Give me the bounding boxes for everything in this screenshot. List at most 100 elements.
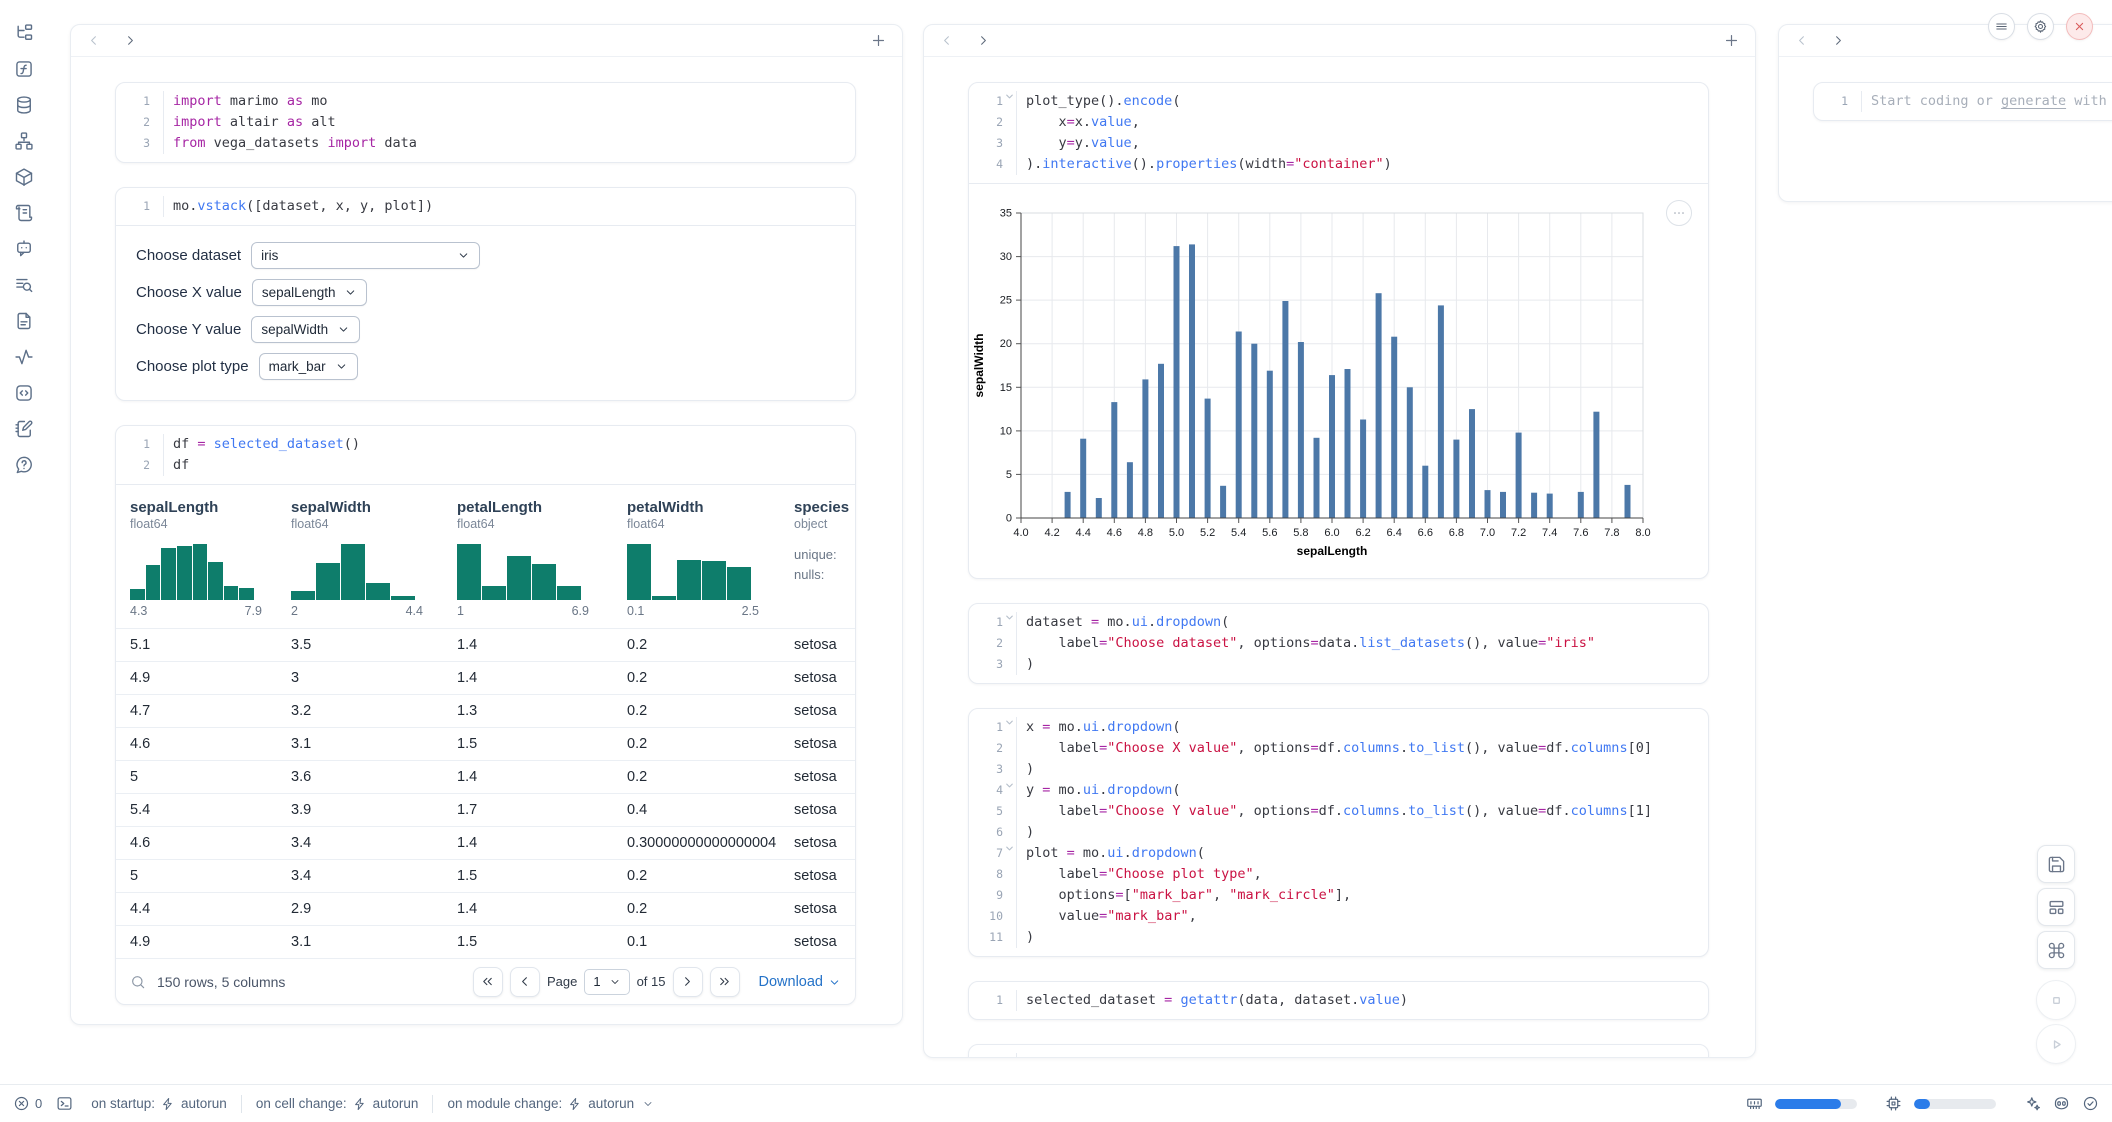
logs-icon[interactable] bbox=[14, 275, 34, 295]
file-tree-icon[interactable] bbox=[14, 23, 34, 43]
code-text[interactable]: label="Choose Y value", options=df.colum… bbox=[1016, 801, 1708, 822]
code-text[interactable]: import marimo as mo bbox=[163, 91, 855, 112]
code-editor[interactable]: 1selected_dataset = getattr(data, datase… bbox=[969, 982, 1708, 1019]
code-text[interactable]: dataset = mo.ui.dropdown( bbox=[1016, 612, 1708, 633]
generate-with-ai-link[interactable]: generate bbox=[2001, 93, 2066, 109]
code-editor[interactable]: 1dataset = mo.ui.dropdown(2 label="Choos… bbox=[969, 604, 1708, 683]
table-row[interactable]: 53.41.50.2setosa bbox=[116, 859, 855, 892]
choose-x-value-select[interactable]: sepalLength bbox=[252, 279, 368, 306]
choose-plot-type-select[interactable]: mark_bar bbox=[259, 353, 358, 380]
code-text[interactable]: df = selected_dataset() bbox=[163, 434, 855, 455]
table-row[interactable]: 5.43.91.70.4setosa bbox=[116, 793, 855, 826]
code-cell[interactable]: 1dataset = mo.ui.dropdown(2 label="Choos… bbox=[968, 603, 1709, 684]
code-text[interactable]: ) bbox=[1016, 654, 1708, 675]
next-page-button[interactable] bbox=[673, 967, 703, 997]
choose-dataset-select[interactable]: iris bbox=[251, 242, 480, 269]
table-row[interactable]: 5.13.51.40.2setosa bbox=[116, 628, 855, 661]
code-editor[interactable]: 1plot_type = getattr(alt.Chart(df), plot… bbox=[969, 1045, 1708, 1058]
code-text[interactable]: options=["mark_bar", "mark_circle"], bbox=[1016, 885, 1708, 906]
nav-forward-button[interactable] bbox=[976, 33, 991, 48]
code-text[interactable]: plot = mo.ui.dropdown( bbox=[1016, 843, 1708, 864]
code-text[interactable]: value="mark_bar", bbox=[1016, 906, 1708, 927]
copilot-icon[interactable] bbox=[2053, 1095, 2070, 1112]
empty-code-cell[interactable]: 1 Start coding or generate with bbox=[1813, 82, 2112, 121]
code-cell[interactable]: 1mo.vstack([dataset, x, y, plot])Choose … bbox=[115, 187, 856, 401]
database-icon[interactable] bbox=[14, 95, 34, 115]
code-editor[interactable]: 1df = selected_dataset()2df bbox=[116, 426, 855, 484]
code-text[interactable]: selected_dataset = getattr(data, dataset… bbox=[1016, 990, 1708, 1011]
fold-chevron-icon[interactable] bbox=[1004, 780, 1015, 791]
download-button[interactable]: Download bbox=[759, 974, 842, 990]
menu-button[interactable] bbox=[1988, 13, 2015, 40]
table-row[interactable]: 4.73.21.30.2setosa bbox=[116, 694, 855, 727]
code-cell[interactable]: 1selected_dataset = getattr(data, datase… bbox=[968, 981, 1709, 1020]
autorun-setting-2[interactable]: on module change:autorun bbox=[447, 1096, 654, 1111]
chart-actions-button[interactable] bbox=[1666, 200, 1692, 226]
column-header-petalLength[interactable]: petalLengthfloat6416.9 bbox=[455, 499, 625, 618]
run-button[interactable] bbox=[2036, 1024, 2076, 1064]
code-cell[interactable]: 1x = mo.ui.dropdown(2 label="Choose X va… bbox=[968, 708, 1709, 957]
first-page-button[interactable] bbox=[473, 967, 503, 997]
layout-button[interactable] bbox=[2037, 888, 2075, 926]
altair-bar-chart[interactable]: 4.04.24.44.64.85.05.25.45.65.86.06.26.46… bbox=[969, 188, 1708, 572]
table-row[interactable]: 53.61.40.2setosa bbox=[116, 760, 855, 793]
nav-back-icon[interactable] bbox=[1794, 33, 1809, 48]
command-palette-button[interactable] bbox=[2037, 931, 2075, 969]
code-text[interactable]: y=y.value, bbox=[1016, 133, 1708, 154]
table-row[interactable]: 4.93.11.50.1setosa bbox=[116, 925, 855, 958]
code-text[interactable]: mo.vstack([dataset, x, y, plot]) bbox=[163, 196, 855, 217]
settings-button[interactable] bbox=[2027, 13, 2054, 40]
nav-forward-button[interactable] bbox=[123, 33, 138, 48]
autorun-setting-0[interactable]: on startup:autorun bbox=[91, 1096, 227, 1111]
close-button[interactable] bbox=[2066, 13, 2093, 40]
code-cell[interactable]: 1plot_type().encode(2 x=x.value,3 y=y.va… bbox=[968, 82, 1709, 579]
code-text[interactable]: x=x.value, bbox=[1016, 112, 1708, 133]
errors-icon[interactable] bbox=[13, 1095, 30, 1112]
stop-button[interactable] bbox=[2036, 980, 2076, 1020]
table-row[interactable]: 4.42.91.40.2setosa bbox=[116, 892, 855, 925]
fold-chevron-icon[interactable] bbox=[1004, 843, 1015, 854]
nav-forward-button[interactable] bbox=[1831, 33, 1846, 48]
documentation-icon[interactable] bbox=[14, 311, 34, 331]
code-text[interactable]: label="Choose plot type", bbox=[1016, 864, 1708, 885]
save-button[interactable] bbox=[2037, 845, 2075, 883]
page-select[interactable]: 1 bbox=[584, 969, 629, 995]
autorun-setting-1[interactable]: on cell change:autorun bbox=[256, 1096, 419, 1111]
code-text[interactable]: x = mo.ui.dropdown( bbox=[1016, 717, 1708, 738]
code-cell[interactable]: 1df = selected_dataset()2df sepalLengthfl… bbox=[115, 425, 856, 1005]
add-cell-button[interactable] bbox=[1723, 32, 1740, 49]
nav-back-icon[interactable] bbox=[86, 33, 101, 48]
code-editor-placeholder[interactable]: Start coding or generate with bbox=[1861, 91, 2112, 112]
code-cell[interactable]: 1import marimo as mo2import altair as al… bbox=[115, 82, 856, 163]
column-header-sepalWidth[interactable]: sepalWidthfloat6424.4 bbox=[289, 499, 455, 618]
search-icon[interactable] bbox=[130, 974, 146, 990]
column-header-petalWidth[interactable]: petalWidthfloat640.12.5 bbox=[625, 499, 792, 618]
table-row[interactable]: 4.931.40.2setosa bbox=[116, 661, 855, 694]
code-editor[interactable]: 1plot_type().encode(2 x=x.value,3 y=y.va… bbox=[969, 83, 1708, 183]
code-text[interactable]: y = mo.ui.dropdown( bbox=[1016, 780, 1708, 801]
last-page-button[interactable] bbox=[710, 967, 740, 997]
package-icon[interactable] bbox=[14, 167, 34, 187]
column-header-sepalLength[interactable]: sepalLengthfloat644.37.9 bbox=[128, 499, 289, 618]
code-text[interactable]: plot_type().encode( bbox=[1016, 91, 1708, 112]
code-text[interactable]: label="Choose dataset", options=data.lis… bbox=[1016, 633, 1708, 654]
sparkles-icon[interactable] bbox=[2024, 1095, 2041, 1112]
check-circle-icon[interactable] bbox=[2082, 1095, 2099, 1112]
help-icon[interactable] bbox=[14, 455, 34, 475]
code-cell[interactable]: 1plot_type = getattr(alt.Chart(df), plot… bbox=[968, 1044, 1709, 1058]
code-editor[interactable]: 1import marimo as mo2import altair as al… bbox=[116, 83, 855, 162]
code-text[interactable]: ) bbox=[1016, 927, 1708, 948]
code-editor[interactable]: 1mo.vstack([dataset, x, y, plot]) bbox=[116, 188, 855, 225]
code-text[interactable]: from vega_datasets import data bbox=[163, 133, 855, 154]
fold-chevron-icon[interactable] bbox=[1004, 717, 1015, 728]
code-text[interactable]: plot_type = getattr(alt.Chart(df), plot.… bbox=[1016, 1053, 1708, 1058]
scratchpad-icon[interactable] bbox=[14, 203, 34, 223]
code-text[interactable]: df bbox=[163, 455, 855, 476]
tracing-icon[interactable] bbox=[14, 347, 34, 367]
code-text[interactable]: ).interactive().properties(width="contai… bbox=[1016, 154, 1708, 175]
notebook-icon[interactable] bbox=[14, 419, 34, 439]
ai-chat-icon[interactable] bbox=[14, 239, 34, 259]
dependency-graph-icon[interactable] bbox=[14, 131, 34, 151]
function-square-icon[interactable] bbox=[14, 59, 34, 79]
fold-chevron-icon[interactable] bbox=[1004, 91, 1015, 102]
